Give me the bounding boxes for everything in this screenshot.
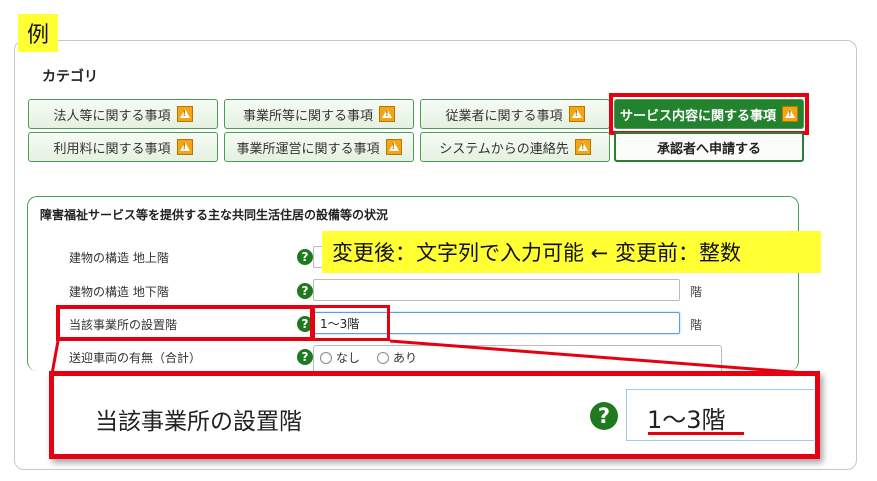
- zoom-field-label: 当該事業所の設置階: [95, 409, 302, 435]
- connector-left-line: [50, 340, 60, 375]
- help-icon: ?: [590, 402, 618, 430]
- screenshot-stage: 例 カテゴリ 法人等に関する事項 事業所等に関する事項 従業者に関する事項 サー…: [0, 0, 877, 481]
- value-underline: [648, 432, 744, 435]
- connector-right-line: [389, 339, 819, 376]
